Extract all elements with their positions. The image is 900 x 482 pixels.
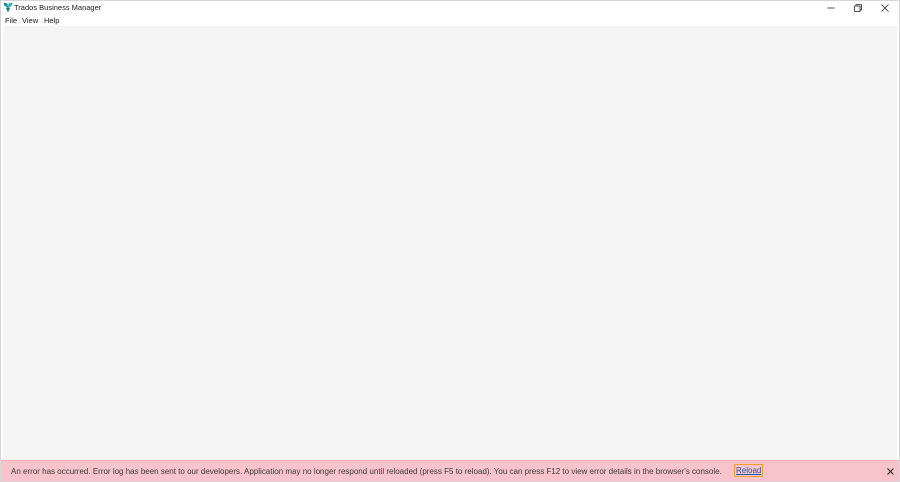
app-window: Trados Business Manager File View Help A… [0,0,900,482]
menu-help[interactable]: Help [44,15,59,26]
menu-file[interactable]: File [5,15,17,26]
close-icon [887,468,894,475]
restore-button[interactable] [845,1,871,15]
menu-view[interactable]: View [22,15,38,26]
minimize-button[interactable] [818,1,844,15]
error-banner: An error has occurred. Error log has bee… [1,460,899,481]
title-bar[interactable]: Trados Business Manager [1,1,899,15]
error-message: An error has occurred. Error log has bee… [11,467,722,476]
app-logo-icon [3,2,13,13]
main-content-area [3,26,897,460]
minimize-icon [827,7,835,9]
window-title: Trados Business Manager [14,3,102,12]
menu-bar: File View Help [1,15,899,26]
reload-link[interactable]: Reload [733,464,764,477]
error-close-button[interactable] [885,466,896,477]
close-window-button[interactable] [872,1,898,15]
restore-icon [854,4,862,12]
close-icon [881,4,889,12]
